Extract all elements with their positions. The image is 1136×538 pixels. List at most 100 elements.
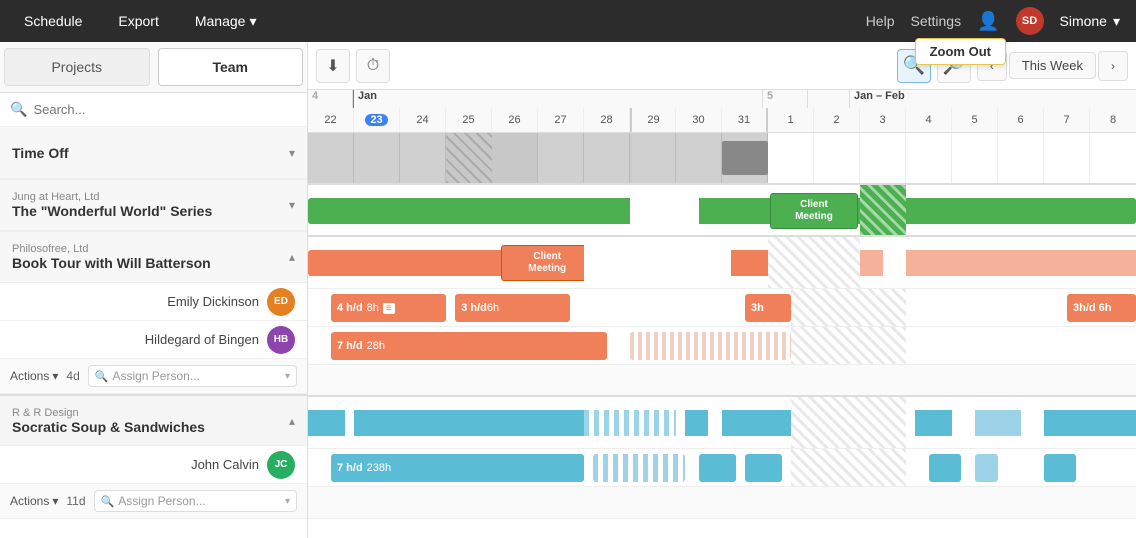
john-striped [791, 449, 906, 486]
nav-right: Help Settings 👤 SD Simone ▾ [866, 7, 1120, 35]
actions-row-philo: Actions ▾ 4d 🔍 Assign Person... ▾ [0, 359, 307, 394]
month-jan: Jan [353, 90, 763, 108]
day-7: 7 [1044, 108, 1090, 132]
section-rnr-subtitle: R & R Design [12, 407, 205, 419]
tab-team[interactable]: Team [158, 48, 304, 86]
section-philo-header[interactable]: Philosofree, Ltd Book Tour with Will Bat… [0, 231, 307, 283]
person-name-john: John Calvin [191, 457, 259, 472]
this-week-button[interactable]: This Week [1009, 52, 1096, 79]
manage-chevron-icon: ▾ [249, 13, 256, 30]
day-25: 25 [446, 108, 492, 132]
person-row-emily: Emily Dickinson ED [0, 283, 307, 321]
to-dark-block [722, 141, 768, 175]
emily-striped [791, 289, 906, 326]
john-bar-6 [1044, 454, 1076, 482]
assign-placeholder-rnr: Assign Person... [118, 494, 281, 508]
jung-break [630, 185, 699, 235]
cal-next-button[interactable]: › [1098, 51, 1128, 81]
sidebar-content: Time Off ▾ Jung at Heart, Ltd The "Wonde… [0, 127, 307, 538]
actions-row-rnr: Actions ▾ 11d 🔍 Assign Person... ▾ [0, 484, 307, 519]
to-cell-23 [354, 133, 400, 183]
emily-bar-3: 3h [745, 294, 791, 322]
section-jung[interactable]: Jung at Heart, Ltd The "Wonderful World"… [0, 179, 307, 231]
day-2: 2 [814, 108, 860, 132]
john-bar-3 [745, 454, 782, 482]
chevron-down-icon: ▾ [289, 146, 295, 160]
rnr-blue-r2 [722, 410, 791, 436]
row-emily: 4 h/d 8h ≡ 3 h/d 6h 3h 3h/d 6h [308, 289, 1136, 327]
emily-bar-2: 3 h/d 6h [455, 294, 570, 322]
filter-icon: ⬇ [326, 56, 339, 76]
rnr-blue-r1 [685, 410, 708, 436]
main-layout: Projects Team 🔍 Time Off ▾ Jung at Hea [0, 42, 1136, 538]
chevron-up-icon: ▴ [289, 414, 295, 428]
search-input[interactable] [33, 102, 297, 117]
section-rnr: R & R Design Socratic Soup & Sandwiches … [0, 394, 307, 519]
tab-bar: Projects Team [0, 42, 307, 93]
hildegard-bar-1: 7 h/d 28h [331, 332, 607, 360]
day-4: 4 [906, 108, 952, 132]
nav-manage[interactable]: Manage ▾ [187, 9, 265, 34]
to-cell-7 [1044, 133, 1090, 183]
actions-button-rnr[interactable]: Actions ▾ [10, 494, 58, 508]
nav-user[interactable]: Simone ▾ [1060, 13, 1121, 30]
filter-button[interactable]: ⬇ [316, 49, 350, 83]
john-bar-1: 7 h/d 238h [331, 454, 584, 482]
assign-select-rnr[interactable]: 🔍 Assign Person... ▾ [94, 490, 297, 512]
to-cell-27 [538, 133, 584, 183]
actions-button-philo[interactable]: Actions ▾ [10, 369, 58, 383]
section-jung-title: The "Wonderful World" Series [12, 203, 212, 219]
day-5: 5 [952, 108, 998, 132]
to-cell-24 [400, 133, 446, 183]
to-cell-8 [1090, 133, 1136, 183]
assign-placeholder-philo: Assign Person... [112, 369, 281, 383]
actions-chevron-icon: ▾ [52, 369, 58, 383]
cal-rows: ClientMeeting ClientMeeting [308, 133, 1136, 538]
actions-label-rnr: Actions [10, 494, 49, 508]
actions-chevron-icon: ▾ [52, 494, 58, 508]
cal-header: 4 Jan 5 Jan – Feb 22 23 24 25 26 27 28 [308, 90, 1136, 133]
philo-light-1 [860, 250, 883, 276]
section-philo: Philosofree, Ltd Book Tour with Will Bat… [0, 231, 307, 394]
to-cell-4 [906, 133, 952, 183]
person-row-hildegard: Hildegard of Bingen HB [0, 321, 307, 359]
day-23: 23 [354, 108, 400, 132]
month-jan-feb: Jan – Feb [849, 90, 1136, 108]
assign-arrow-icon: ▾ [285, 496, 290, 507]
nav-help[interactable]: Help [866, 13, 895, 29]
assign-search-icon: 🔍 [101, 495, 115, 508]
days-badge-rnr: 11d [66, 494, 85, 508]
section-philo-title: Book Tour with Will Batterson [12, 255, 211, 271]
day-31: 31 [722, 108, 768, 132]
chevron-up-icon: ▴ [289, 250, 295, 264]
search-icon: 🔍 [10, 101, 27, 118]
cal-toolbar: ⬇ ⏱ 🔍 🔎 Zoom Out ‹ This Week › [308, 42, 1136, 90]
avatar-john: JC [267, 451, 295, 479]
clock-icon: ⏱ [367, 57, 379, 75]
clock-button[interactable]: ⏱ [356, 49, 390, 83]
next-icon: › [1111, 59, 1115, 73]
section-philo-subtitle: Philosofree, Ltd [12, 243, 211, 255]
to-cell-28 [584, 133, 630, 183]
nav-export[interactable]: Export [110, 9, 166, 33]
col-num-4: 4 [308, 90, 353, 108]
john-bar-2 [699, 454, 736, 482]
section-time-off[interactable]: Time Off ▾ [0, 127, 307, 179]
calendar-grid-container: 4 Jan 5 Jan – Feb 22 23 24 25 26 27 28 [308, 90, 1136, 538]
rnr-striped [791, 397, 906, 448]
to-cell-22 [308, 133, 354, 183]
chevron-down-icon: ▾ [289, 198, 295, 212]
john-bar-4 [929, 454, 961, 482]
nav-settings[interactable]: Settings [910, 13, 961, 29]
rnr-blue-r4 [975, 410, 1021, 436]
assign-select-philo[interactable]: 🔍 Assign Person... ▾ [88, 365, 297, 387]
assign-search-icon: 🔍 [95, 370, 109, 383]
row-philo-actions [308, 365, 1136, 397]
tab-projects[interactable]: Projects [4, 48, 150, 86]
section-rnr-header[interactable]: R & R Design Socratic Soup & Sandwiches … [0, 394, 307, 446]
avatar: SD [1016, 7, 1044, 35]
rnr-blue-r3 [915, 410, 952, 436]
john-bar-5 [975, 454, 998, 482]
nav-schedule[interactable]: Schedule [16, 9, 90, 33]
avatar-hildegard: HB [267, 326, 295, 354]
